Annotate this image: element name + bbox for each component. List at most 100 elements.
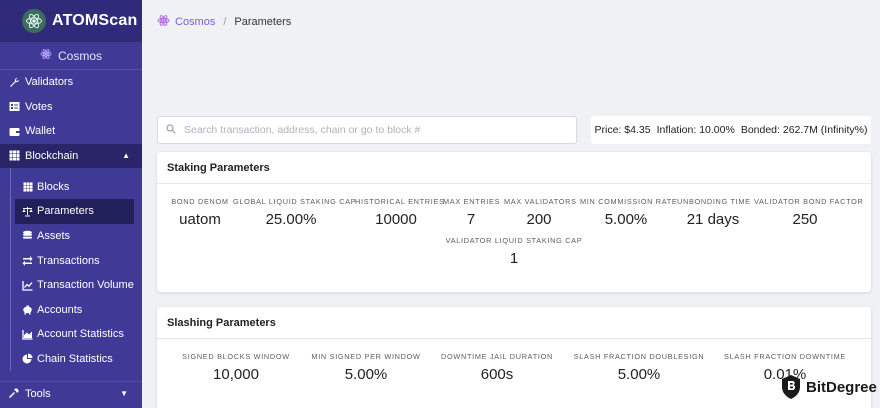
param-historical-entries: Historical Entries 10000 <box>355 197 445 228</box>
wallet-icon <box>8 125 20 137</box>
param-label: Validator Bond Factor <box>754 197 864 206</box>
sidebar-item-votes[interactable]: Votes <box>0 95 142 120</box>
param-label: Historical Entries <box>355 197 445 206</box>
brand[interactable]: ATOMScan <box>0 0 142 42</box>
param-label: Max Validators <box>504 197 577 206</box>
sidebar-item-label: Validators <box>25 76 74 89</box>
cosmos-icon <box>157 14 170 30</box>
exchange-icon <box>22 255 33 266</box>
chart-area-icon <box>22 329 33 340</box>
param-label: Unbonding Time <box>677 197 751 206</box>
inflation-stat: Inflation: 10.00% <box>656 124 735 136</box>
sidebar-item-transactions[interactable]: Transactions <box>0 248 142 273</box>
sidebar-item-label: Parameters <box>37 205 94 218</box>
sidebar-item-label: Wallet <box>25 125 56 138</box>
sidebar-item-label: Tools <box>25 387 51 400</box>
sidebar-item-chain-statistics[interactable]: Chain Statistics <box>0 347 142 372</box>
coins-icon <box>22 230 33 241</box>
sidebar-item-validators[interactable]: Validators <box>0 70 142 95</box>
bonded-stat: Bonded: 262.7M (Infinity%) <box>740 124 868 136</box>
param-min-signed-per-window: Min Signed Per Window 5.00% <box>307 352 425 383</box>
sidebar-item-label: Chain Statistics <box>37 352 113 365</box>
param-value: 10,000 <box>213 366 259 383</box>
param-label: Downtime Jail Duration <box>441 352 553 361</box>
param-label: Validator Liquid Staking Cap <box>445 236 583 245</box>
sidebar-item-label: Votes <box>25 100 53 113</box>
breadcrumb-separator: / <box>223 16 227 28</box>
watermark-text: BitDegree <box>806 378 877 396</box>
wrench-icon <box>8 76 20 88</box>
bitdegree-logo-icon <box>782 375 800 399</box>
param-bond-denom: Bond Denom uatom <box>171 197 229 228</box>
atom-logo-icon <box>22 9 46 33</box>
param-value: 5.00% <box>617 366 661 383</box>
chart-line-icon <box>22 280 33 291</box>
param-downtime-jail-duration: Downtime Jail Duration 600s <box>437 352 557 383</box>
param-value: 5.00% <box>604 211 648 228</box>
param-validator-liquid-staking-cap: Validator Liquid Staking Cap 1 <box>444 236 584 267</box>
sidebar-item-blocks[interactable]: Blocks <box>0 175 142 200</box>
price-stat: Price: $4.35 <box>594 124 651 136</box>
sidebar-item-blockchain[interactable]: Blockchain ▲ <box>0 143 142 168</box>
cosmos-icon <box>40 48 52 63</box>
search-input[interactable] <box>184 124 564 136</box>
breadcrumb-current: Parameters <box>234 16 292 28</box>
sidebar-item-label: Blockchain <box>25 149 79 162</box>
param-global-liquid-staking-cap: Global Liquid Staking Cap 25.00% <box>233 197 357 228</box>
app-title: ATOMScan <box>52 12 138 29</box>
sidebar-item-wallet[interactable]: Wallet <box>0 119 142 144</box>
search-box[interactable] <box>157 116 577 144</box>
sidebar-item-label: Assets <box>37 229 71 242</box>
breadcrumb-cosmos-link[interactable]: Cosmos <box>157 14 215 30</box>
param-value: 25.00% <box>265 211 317 228</box>
sidebar-item-transaction-volume[interactable]: Transaction Volume <box>0 273 142 298</box>
staking-parameters-card: Staking Parameters Bond Denom uatom Glob… <box>157 152 871 292</box>
sidebar-item-accounts[interactable]: Accounts <box>0 297 142 322</box>
chain-name: Cosmos <box>57 48 102 63</box>
param-value: 200 <box>526 211 552 228</box>
card-title: Slashing Parameters <box>157 307 871 339</box>
param-label: Min Commission Rate <box>580 197 678 206</box>
param-value: 5.00% <box>344 366 388 383</box>
param-value: 21 days <box>686 211 740 228</box>
market-stats: Price: $4.35 Inflation: 10.00% Bonded: 2… <box>591 116 871 144</box>
param-value: 600s <box>480 366 514 383</box>
sidebar: ATOMScan Cosmos Validators Votes Wallet … <box>0 0 142 408</box>
param-label: Slash Fraction Doublesign <box>573 352 705 361</box>
param-label: Bond Denom <box>171 197 229 206</box>
blockchain-submenu: Blocks Parameters Assets Transactions Tr… <box>0 167 142 372</box>
param-label: Signed Blocks Window <box>182 352 290 361</box>
sidebar-item-account-statistics[interactable]: Account Statistics <box>0 322 142 347</box>
pie-chart-icon <box>22 353 33 364</box>
slashing-parameters-card: Slashing Parameters Signed Blocks Window… <box>157 307 871 408</box>
param-value: 7 <box>466 211 476 228</box>
param-value: 250 <box>792 211 818 228</box>
param-label: Global Liquid Staking Cap <box>233 197 357 206</box>
breadcrumb: Cosmos / Parameters <box>157 14 291 30</box>
sidebar-item-label: Accounts <box>37 303 83 316</box>
sidebar-item-assets[interactable]: Assets <box>0 224 142 249</box>
chain-selector[interactable]: Cosmos <box>0 42 142 69</box>
sidebar-item-tools[interactable]: Tools ▼ <box>0 381 142 405</box>
sidebar-item-label: Transactions <box>37 254 100 267</box>
grid-icon <box>8 150 20 162</box>
param-slash-fraction-doublesign: Slash Fraction Doublesign 5.00% <box>569 352 709 383</box>
scale-icon <box>22 206 33 217</box>
param-value: 1 <box>509 250 519 267</box>
sidebar-item-label: Account Statistics <box>37 328 124 341</box>
param-label: Slash Fraction Downtime <box>724 352 846 361</box>
caret-down-icon: ▼ <box>120 389 128 398</box>
grid-icon <box>22 181 33 192</box>
sidebar-item-parameters[interactable]: Parameters <box>15 199 134 224</box>
param-unbonding-time: Unbonding Time 21 days <box>677 197 751 228</box>
param-value: uatom <box>179 211 221 228</box>
param-label: Min Signed Per Window <box>311 352 421 361</box>
search-icon <box>166 121 176 139</box>
tools-icon <box>8 388 20 400</box>
param-max-validators: Max Validators 200 <box>504 197 577 228</box>
ballot-icon <box>8 101 20 113</box>
card-title: Staking Parameters <box>157 152 871 184</box>
breadcrumb-root-label: Cosmos <box>175 16 216 28</box>
param-validator-bond-factor: Validator Bond Factor 250 <box>754 197 864 228</box>
param-label: Max Entries <box>443 197 501 206</box>
